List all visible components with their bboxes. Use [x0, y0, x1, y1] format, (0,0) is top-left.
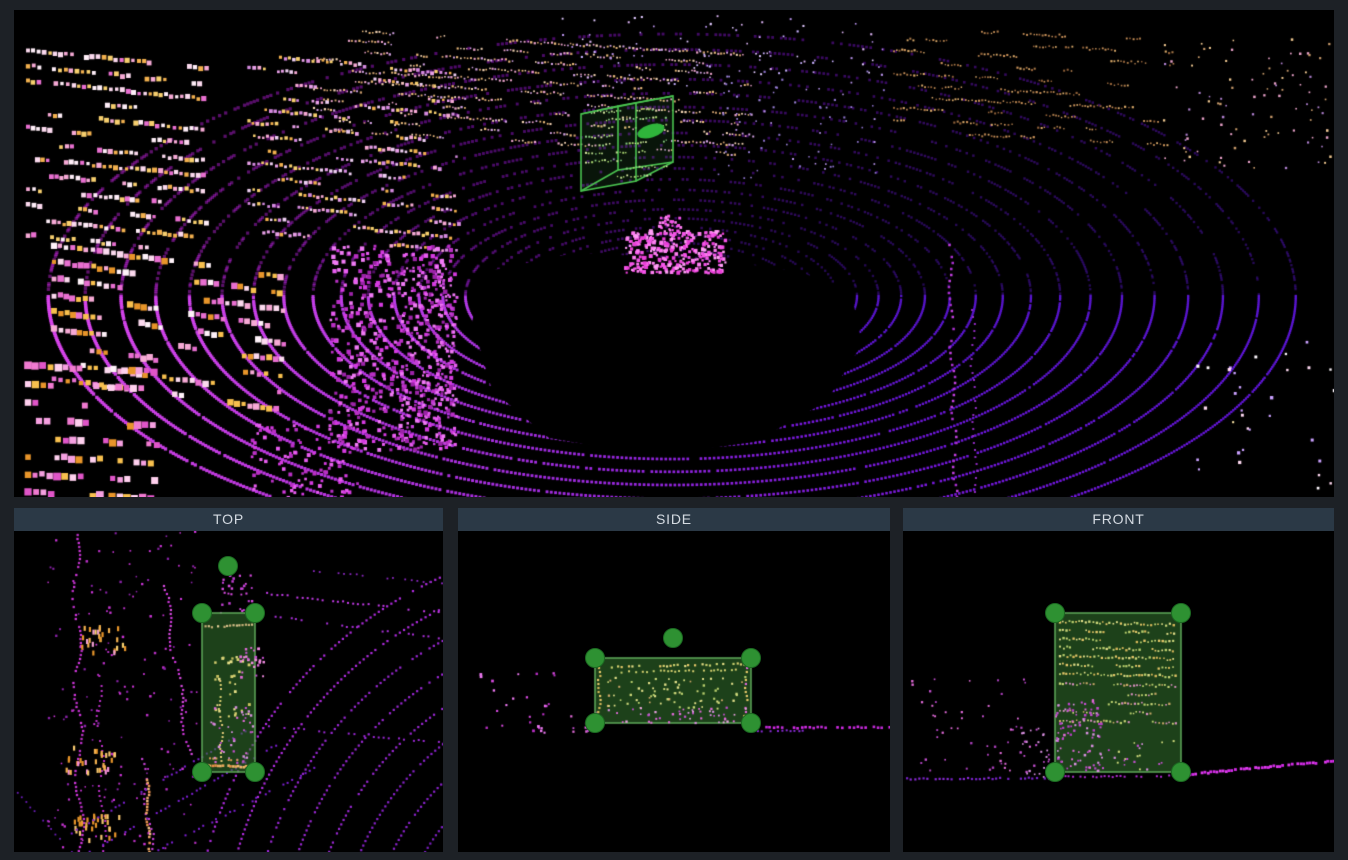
side-view-header: SIDE — [458, 508, 890, 531]
front-view-canvas[interactable] — [903, 531, 1334, 852]
main-3d-view — [14, 10, 1334, 497]
box-handle-corner-tr[interactable] — [1171, 603, 1191, 623]
lidar-annotation-tool: TOP SIDE FRONT — [0, 0, 1348, 860]
box-handle-corner-br[interactable] — [741, 713, 761, 733]
box-handle-corner-br[interactable] — [1171, 762, 1191, 782]
box-handle-corner-tr[interactable] — [741, 648, 761, 668]
box-handle-corner-tl[interactable] — [585, 648, 605, 668]
front-view-panel: FRONT — [903, 508, 1334, 852]
main-3d-view-canvas[interactable] — [14, 10, 1334, 497]
box-handle-corner-tl[interactable] — [1045, 603, 1065, 623]
top-view-panel: TOP — [14, 508, 443, 852]
selected-3d-bounding-box[interactable] — [580, 95, 675, 192]
top-view-title: TOP — [213, 511, 244, 527]
box-handle-corner-tr[interactable] — [245, 603, 265, 623]
box-handle-rotate[interactable] — [218, 556, 238, 576]
box-handle-rotate[interactable] — [663, 628, 683, 648]
box-handle-corner-bl[interactable] — [192, 762, 212, 782]
front-view-header: FRONT — [903, 508, 1334, 531]
box-handle-corner-bl[interactable] — [1045, 762, 1065, 782]
top-view-canvas[interactable] — [14, 531, 443, 852]
box-handle-corner-tl[interactable] — [192, 603, 212, 623]
side-view-canvas[interactable] — [458, 531, 890, 852]
front-view-title: FRONT — [1092, 511, 1144, 527]
side-view-panel: SIDE — [458, 508, 890, 852]
top-view-header: TOP — [14, 508, 443, 531]
box-handle-corner-br[interactable] — [245, 762, 265, 782]
side-view-title: SIDE — [656, 511, 692, 527]
box-handle-corner-bl[interactable] — [585, 713, 605, 733]
